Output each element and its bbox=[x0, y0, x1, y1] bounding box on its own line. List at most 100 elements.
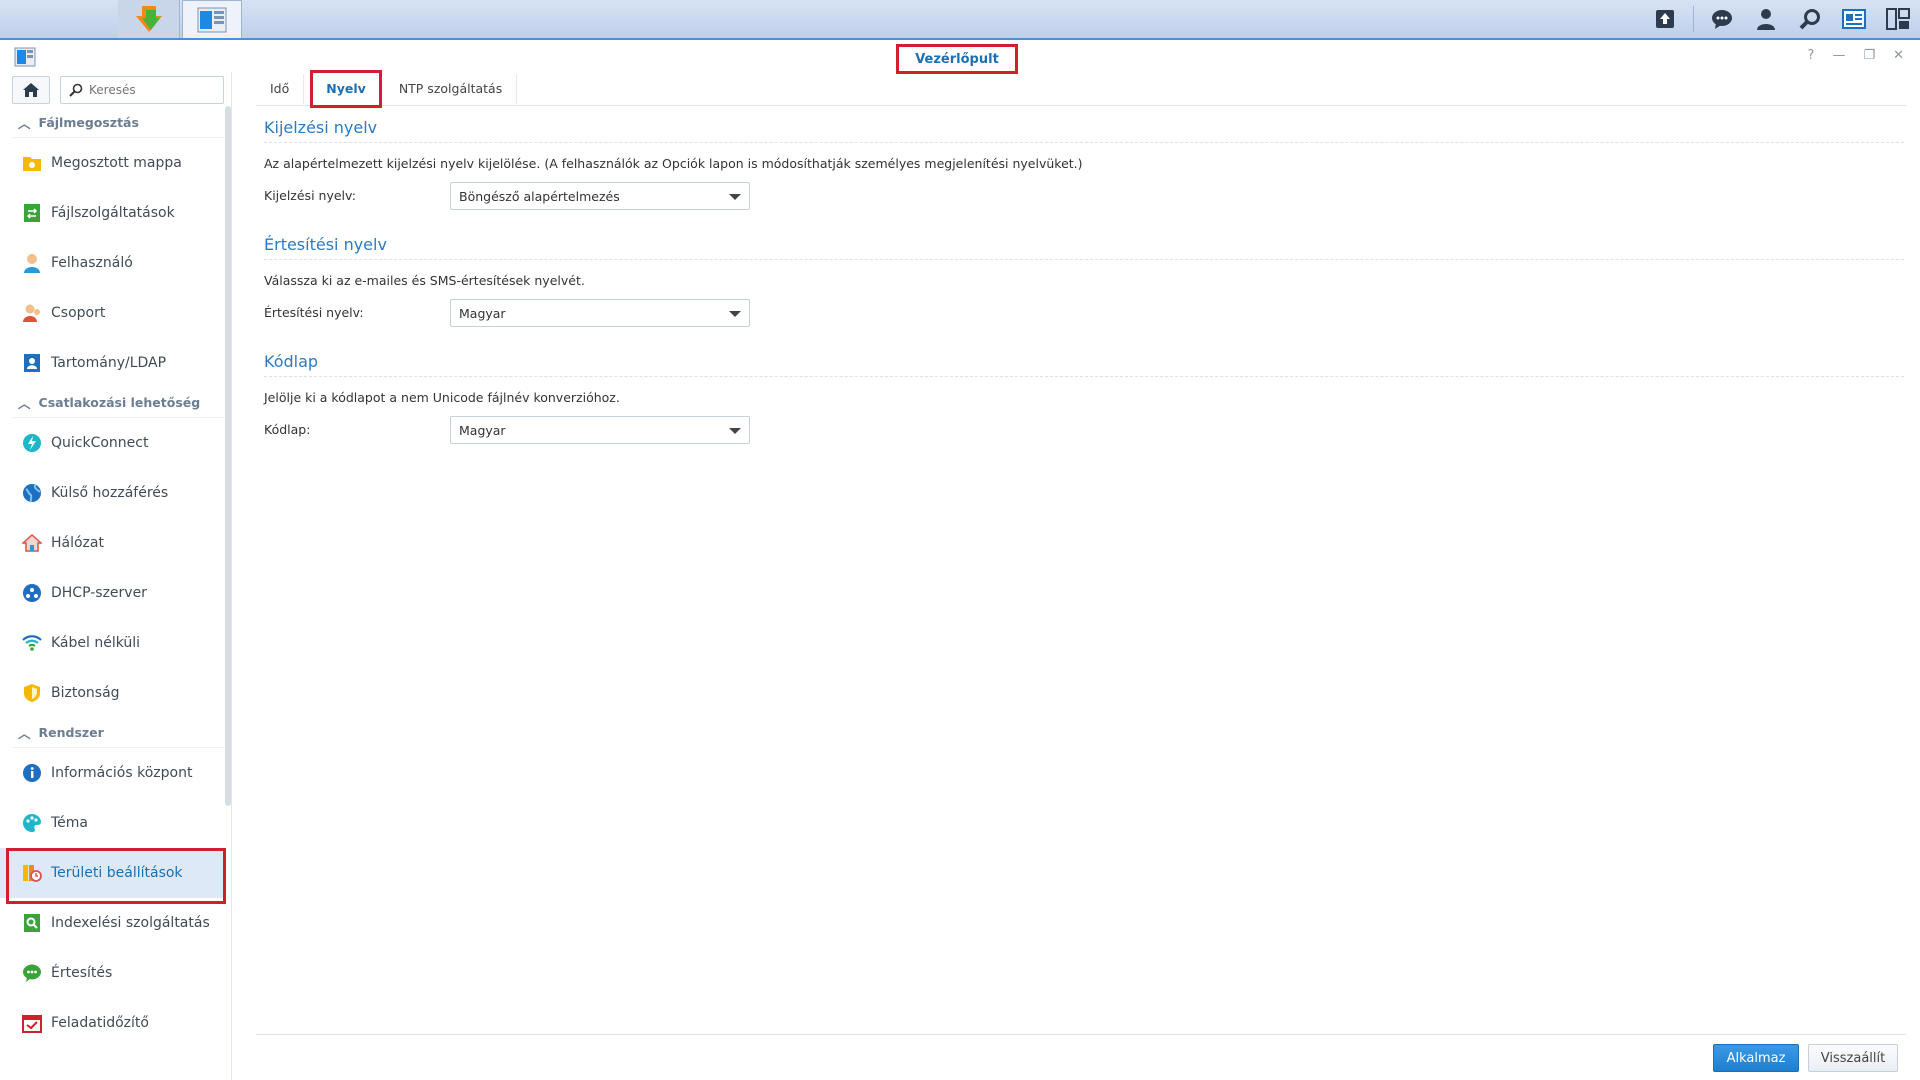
sidebar-item-label: Kábel nélküli bbox=[51, 635, 141, 651]
group-label: Csatlakozási lehetőség bbox=[38, 395, 201, 410]
user-account-icon[interactable] bbox=[1744, 0, 1788, 38]
sidebar-item-network[interactable]: Hálózat bbox=[0, 518, 224, 568]
taskbar bbox=[0, 0, 1920, 1080]
section-divider bbox=[264, 259, 1904, 260]
section-divider bbox=[264, 376, 1904, 377]
chevron-up-icon: ︿ bbox=[18, 116, 31, 131]
sidebar-item-label: Területi beállítások bbox=[51, 865, 183, 881]
tab-time[interactable]: Idő bbox=[256, 73, 305, 104]
notification-icon bbox=[22, 963, 42, 983]
display-language-select[interactable]: Böngésző alapértelmezés bbox=[450, 182, 750, 210]
sidebar-item-indexing-service[interactable]: Indexelési szolgáltatás bbox=[0, 898, 224, 948]
tab-bar: Idő Nyelv NTP szolgáltatás bbox=[256, 69, 1906, 108]
sidebar-item-info-center[interactable]: Információs központ bbox=[0, 748, 224, 798]
codepage-select[interactable]: Magyar bbox=[450, 416, 750, 444]
search-input[interactable] bbox=[89, 83, 219, 97]
chevron-up-icon: ︿ bbox=[18, 726, 31, 741]
sidebar-item-task-scheduler[interactable]: Feladatidőzítő bbox=[0, 998, 224, 1048]
sidebar-item-label: Fájlszolgáltatások bbox=[51, 205, 175, 221]
minimize-icon[interactable]: — bbox=[1832, 48, 1845, 63]
main-content: Idő Nyelv NTP szolgáltatás Kijelzési nye… bbox=[256, 69, 1906, 1080]
codepage-value: Magyar bbox=[459, 422, 506, 438]
sidebar-item-dhcp-server[interactable]: DHCP-szerver bbox=[0, 568, 224, 618]
sidebar-item-user[interactable]: Felhasználó bbox=[0, 238, 224, 288]
section-divider bbox=[264, 142, 1904, 143]
external-access-icon bbox=[22, 483, 42, 503]
dhcp-server-icon bbox=[22, 583, 42, 603]
chevron-up-icon: ︿ bbox=[18, 396, 31, 411]
sidebar-item-shared-folder[interactable]: Megosztott mappa bbox=[0, 138, 224, 188]
sidebar-item-label: Biztonság bbox=[51, 685, 120, 701]
home-button[interactable] bbox=[12, 76, 50, 104]
desktop-layout-icon[interactable] bbox=[1876, 0, 1920, 38]
control-panel-taskbar-button[interactable] bbox=[182, 0, 242, 38]
theme-palette-icon bbox=[22, 813, 42, 833]
chat-icon[interactable] bbox=[1700, 0, 1744, 38]
search-icon[interactable] bbox=[1788, 0, 1832, 38]
sidebar-nav: ︿ Fájlmegosztás Megosztott mappa Fájlszo… bbox=[0, 108, 226, 1048]
sidebar-search[interactable] bbox=[60, 76, 224, 104]
sidebar-item-label: QuickConnect bbox=[51, 435, 149, 451]
group-label: Fájlmegosztás bbox=[38, 115, 139, 130]
group-icon bbox=[22, 303, 42, 323]
sidebar-item-notification[interactable]: Értesítés bbox=[0, 948, 224, 998]
section-desc-display-language: Az alapértelmezett kijelzési nyelv kijel… bbox=[264, 156, 1083, 171]
close-icon[interactable]: ✕ bbox=[1893, 48, 1904, 63]
sidebar-group-file-sharing[interactable]: ︿ Fájlmegosztás bbox=[12, 108, 224, 138]
sidebar-item-label: Csoport bbox=[51, 305, 106, 321]
apply-button[interactable]: Alkalmaz bbox=[1713, 1044, 1799, 1072]
indexing-service-icon bbox=[22, 913, 42, 933]
network-icon bbox=[22, 533, 42, 553]
security-shield-icon bbox=[22, 683, 42, 703]
restore-icon[interactable]: ❐ bbox=[1863, 48, 1875, 63]
section-desc-codepage: Jelölje ki a kódlapot a nem Unicode fájl… bbox=[264, 390, 620, 405]
section-title-display-language: Kijelzési nyelv bbox=[264, 118, 378, 137]
section-desc-notification-language: Válassza ki az e-mailes és SMS-értesítés… bbox=[264, 273, 585, 288]
sidebar-item-label: Felhasználó bbox=[51, 255, 133, 271]
sidebar-scrollbar[interactable] bbox=[225, 106, 231, 806]
help-icon[interactable]: ? bbox=[1808, 48, 1815, 63]
footer-divider bbox=[256, 1034, 1906, 1035]
sidebar-item-label: DHCP-szerver bbox=[51, 585, 147, 601]
group-label: Rendszer bbox=[38, 725, 104, 740]
sidebar-item-label: Értesítés bbox=[51, 965, 113, 981]
sidebar-item-label: Tartomány/LDAP bbox=[51, 355, 167, 371]
user-icon bbox=[22, 253, 42, 273]
notification-language-value: Magyar bbox=[459, 305, 506, 321]
widgets-icon[interactable] bbox=[1832, 0, 1876, 38]
home-icon bbox=[23, 83, 39, 97]
sidebar-item-label: Indexelési szolgáltatás bbox=[51, 915, 210, 931]
sidebar-item-theme[interactable]: Téma bbox=[0, 798, 224, 848]
sidebar-item-group[interactable]: Csoport bbox=[0, 288, 224, 338]
regional-options-icon bbox=[22, 863, 42, 883]
sidebar-item-security[interactable]: Biztonság bbox=[0, 668, 224, 718]
sidebar-item-file-services[interactable]: Fájlszolgáltatások bbox=[0, 188, 224, 238]
control-panel-app-icon bbox=[14, 47, 36, 71]
section-title-notification-language: Értesítési nyelv bbox=[264, 235, 387, 254]
sidebar-item-label: Külső hozzáférés bbox=[51, 485, 169, 501]
shared-folder-icon bbox=[22, 153, 42, 173]
sidebar-item-wireless[interactable]: Kábel nélküli bbox=[0, 618, 224, 668]
tab-ntp-service[interactable]: NTP szolgáltatás bbox=[385, 73, 518, 104]
sidebar-item-label: Téma bbox=[51, 815, 89, 831]
window-title: Vezérlőpult bbox=[896, 44, 1018, 74]
search-icon bbox=[69, 83, 83, 97]
sidebar-item-regional-options[interactable]: Területi beállítások bbox=[0, 848, 226, 904]
task-scheduler-icon bbox=[22, 1013, 42, 1033]
upload-icon[interactable] bbox=[1643, 0, 1687, 38]
control-panel-icon bbox=[197, 7, 227, 32]
sidebar-group-system[interactable]: ︿ Rendszer bbox=[12, 718, 224, 748]
chevron-down-icon bbox=[729, 311, 741, 317]
taskbar-divider bbox=[1693, 6, 1694, 32]
chevron-down-icon bbox=[729, 194, 741, 200]
tab-language[interactable]: Nyelv bbox=[310, 69, 382, 108]
reset-button[interactable]: Visszaállít bbox=[1808, 1044, 1898, 1072]
download-station-taskbar-button[interactable] bbox=[118, 0, 180, 38]
sidebar-item-domain-ldap[interactable]: Tartomány/LDAP bbox=[0, 338, 224, 388]
notification-language-select[interactable]: Magyar bbox=[450, 299, 750, 327]
section-title-codepage: Kódlap bbox=[264, 352, 319, 371]
sidebar-item-quickconnect[interactable]: QuickConnect bbox=[0, 418, 224, 468]
quickconnect-icon bbox=[22, 433, 42, 453]
sidebar-group-connectivity[interactable]: ︿ Csatlakozási lehetőség bbox=[12, 388, 224, 418]
sidebar-item-external-access[interactable]: Külső hozzáférés bbox=[0, 468, 224, 518]
